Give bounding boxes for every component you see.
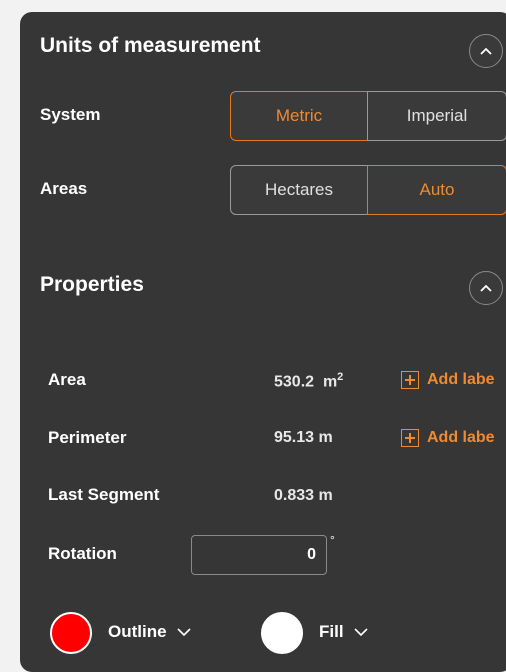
chevron-down-icon (176, 627, 191, 636)
add-label-text: Add labe (427, 429, 495, 446)
areas-auto-button[interactable]: Auto (367, 165, 506, 215)
units-collapse-button[interactable] (469, 34, 503, 68)
outline-color-swatch[interactable] (50, 612, 92, 654)
perimeter-add-label-button[interactable]: Add labe (401, 429, 495, 447)
rotation-label: Rotation (48, 544, 117, 563)
perimeter-label: Perimeter (48, 428, 127, 447)
system-metric-button[interactable]: Metric (230, 91, 368, 141)
properties-collapse-button[interactable] (469, 271, 503, 305)
fill-color-swatch[interactable] (261, 612, 303, 654)
area-add-label-button[interactable]: Add labe (401, 371, 495, 389)
areas-hectares-button[interactable]: Hectares (230, 165, 368, 215)
area-value: 530.2 m2 (274, 371, 344, 391)
units-section-title: Units of measurement (40, 34, 261, 57)
chevron-down-icon (353, 627, 368, 636)
chevron-up-icon (480, 284, 492, 292)
plus-box-icon (401, 429, 419, 447)
perimeter-value: 95.13 m (274, 429, 333, 446)
add-label-text: Add labe (427, 371, 495, 388)
fill-label: Fill (319, 622, 344, 641)
rotation-input[interactable] (191, 535, 327, 575)
properties-section-title: Properties (40, 273, 144, 296)
system-label: System (40, 105, 101, 124)
plus-box-icon (401, 371, 419, 389)
fill-dropdown[interactable]: Fill (319, 622, 368, 642)
rotation-unit: ° (330, 533, 335, 547)
chevron-up-icon (480, 47, 492, 55)
last-segment-label: Last Segment (48, 485, 160, 504)
areas-label: Areas (40, 179, 88, 198)
last-segment-value: 0.833 m (274, 487, 333, 504)
outline-label: Outline (108, 622, 167, 641)
system-imperial-button[interactable]: Imperial (367, 91, 506, 141)
outline-dropdown[interactable]: Outline (108, 622, 191, 642)
settings-panel: Units of measurement System Metric Imper… (20, 12, 506, 672)
area-label: Area (48, 370, 86, 389)
